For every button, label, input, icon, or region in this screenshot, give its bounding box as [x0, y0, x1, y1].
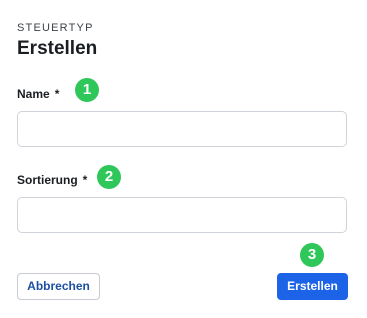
name-label-text: Name [17, 87, 50, 101]
step-marker-3: 3 [300, 243, 324, 267]
cancel-button[interactable]: Abbrechen [17, 273, 100, 300]
sortierung-field-label: Sortierung * [17, 173, 87, 187]
create-button[interactable]: Erstellen [277, 273, 348, 300]
name-input[interactable] [17, 111, 347, 147]
form-overline: STEUERTYP [17, 22, 94, 34]
required-asterisk: * [54, 87, 60, 101]
sortierung-label-text: Sortierung [17, 173, 78, 187]
name-field-label: Name * [17, 87, 59, 101]
sortierung-input[interactable] [17, 197, 347, 233]
required-asterisk: * [82, 173, 88, 187]
step-marker-1: 1 [75, 78, 99, 102]
step-marker-2: 2 [97, 165, 121, 189]
form-title: Erstellen [17, 38, 98, 59]
